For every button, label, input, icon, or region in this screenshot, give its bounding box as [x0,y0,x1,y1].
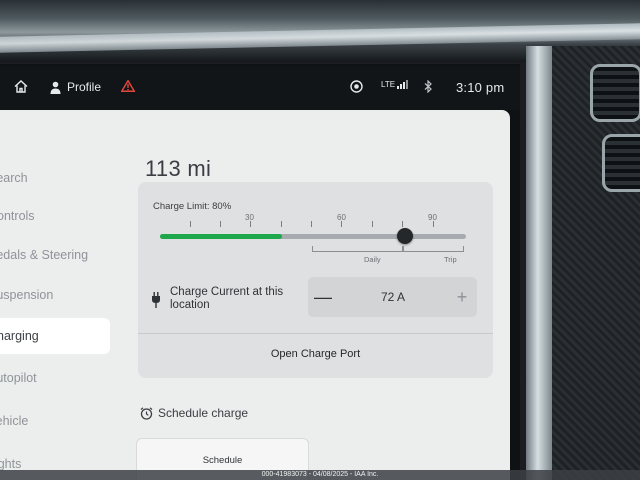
network-label: LTE [381,80,396,89]
sidebar-item-autopilot[interactable]: Autopilot [0,360,110,396]
scale-tick [433,221,434,227]
charge-current-stepper: — 72 A + [308,277,477,317]
clock: 3:10 pm [456,80,505,95]
security-camera-icon [350,80,363,93]
settings-panel: Search Controls Pedals & Steering Suspen… [0,110,510,480]
cellular-status: LTE [381,80,409,89]
status-bar: Profile LTE 3:10 pm [0,66,520,110]
bluetooth-button[interactable] [424,80,432,93]
trip-label: Trip [444,255,457,264]
person-icon [50,81,61,94]
scale-tick [341,221,342,227]
sentry-mode-button[interactable] [350,80,363,93]
charge-limit-slider-handle[interactable] [396,228,413,244]
estimated-range: 113 mi [145,156,212,181]
current-charge-fill [160,234,283,239]
charge-limit-label: Charge Limit: 80% [153,201,232,212]
daily-label: Daily [364,255,381,264]
settings-sidebar: Search Controls Pedals & Steering Suspen… [0,110,112,480]
air-vent [602,134,640,192]
increase-current-button[interactable]: + [447,277,477,317]
daily-range-bracket [312,246,403,252]
watermark: 000-41983073 - 04/08/2025 - IAA Inc. [0,470,640,480]
scale-tick [220,221,221,227]
sidebar-item-pedals-steering[interactable]: Pedals & Steering [0,237,110,273]
scale-tick [190,221,191,227]
sidebar-item-vehicle[interactable]: Vehicle [0,403,110,439]
open-charge-port-button[interactable]: Open Charge Port [138,334,493,378]
trip-range-bracket [403,246,464,252]
home-icon [14,80,28,93]
scale-tick [402,221,403,227]
signal-icon [397,80,409,89]
scale-tick [281,221,282,227]
profile-label: Profile [67,80,102,94]
sidebar-item-charging[interactable]: Charging [0,318,110,354]
sidebar-item-controls[interactable]: Controls [0,198,110,234]
dashboard-panel-right [552,46,640,480]
charge-current-label: Charge Current at this location [170,286,284,311]
sidebar-item-suspension[interactable]: Suspension [0,277,110,313]
profile-button[interactable]: Profile [50,80,101,94]
plug-icon [152,292,160,308]
scale-tick [311,221,312,227]
decrease-current-button[interactable]: — [308,277,338,317]
alert-button[interactable] [121,80,135,92]
charge-current-value: 72 A [380,290,406,304]
warning-icon [121,80,135,92]
alarm-clock-icon [140,406,153,420]
schedule-charge-title: Schedule charge [158,406,249,420]
chrome-side-trim [526,46,552,480]
air-vent [590,64,640,122]
bluetooth-icon [424,80,432,93]
schedule-charge-heading: Schedule charge [140,406,248,420]
home-button[interactable] [14,80,28,93]
scale-tick [372,221,373,227]
sidebar-item-search[interactable]: Search [0,160,110,196]
charge-settings-card: Charge Limit: 80% 30 60 90 Daily Trip Ch… [138,182,493,378]
scale-tick [250,221,251,227]
